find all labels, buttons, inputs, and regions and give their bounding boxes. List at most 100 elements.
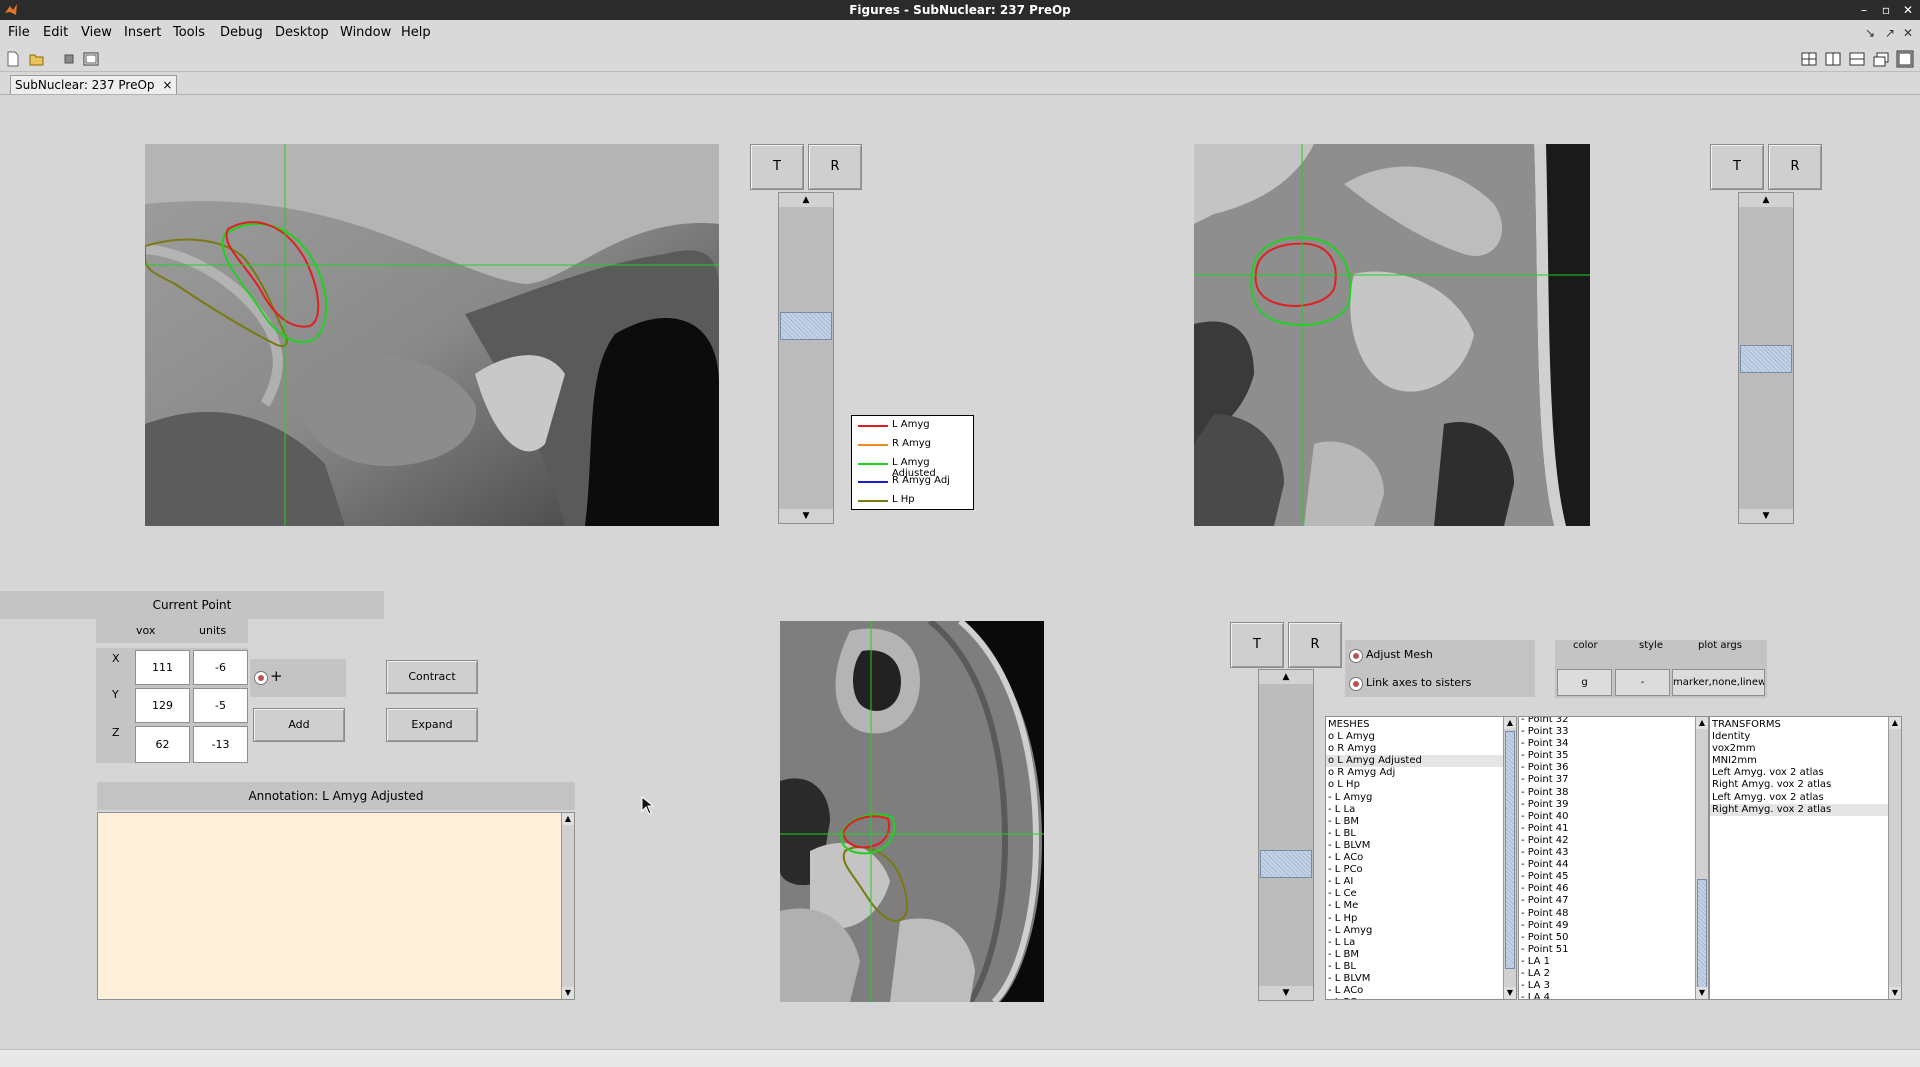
float-window-icon[interactable] [1872,50,1890,68]
annotation-scrollbar[interactable]: ▲ ▼ [561,813,574,999]
scroll-up-arrow-icon[interactable]: ▲ [1696,717,1708,729]
list-item[interactable]: - Point 47 [1519,895,1696,907]
meshes-scrollbar[interactable]: ▲ ▼ [1503,717,1516,999]
list-item[interactable]: - L Amyg [1326,792,1504,804]
slider-thumb[interactable] [780,312,832,340]
list-item[interactable]: - L BM [1326,816,1504,828]
menu-desktop[interactable]: Desktop [275,25,329,40]
slider-thumb[interactable] [1260,850,1312,878]
undock-icon[interactable]: ↘ [1862,25,1878,41]
points-listbox[interactable]: - Point 32- Point 33- Point 34- Point 35… [1518,716,1709,1000]
coronal-r-button[interactable]: R [1768,144,1822,190]
list-item[interactable]: - Point 42 [1519,835,1696,847]
menu-file[interactable]: File [8,25,30,40]
scroll-down-arrow-icon[interactable]: ▼ [562,987,574,999]
list-item[interactable]: - L La [1326,804,1504,816]
list-item[interactable]: TRANSFORMS [1710,719,1889,731]
list-item[interactable]: - L Amyg [1326,925,1504,937]
scroll-thumb[interactable] [1505,731,1515,969]
list-item[interactable]: vox2mm [1710,743,1889,755]
maximize-icon[interactable]: ▫ [1878,2,1894,18]
x-vox-field[interactable]: 111 [135,650,190,685]
axial-r-button[interactable]: R [1288,622,1342,668]
axial-image-axes[interactable] [780,621,1044,1002]
print-icon[interactable] [60,50,78,68]
list-item[interactable]: - L BLVM [1326,840,1504,852]
list-item[interactable]: - Point 48 [1519,908,1696,920]
list-item[interactable]: - Point 35 [1519,750,1696,762]
list-item[interactable]: Right Amyg. vox 2 atlas [1710,779,1889,791]
list-item[interactable]: - L PCo [1326,864,1504,876]
sagittal-r-button[interactable]: R [808,144,862,190]
list-item[interactable]: o L Amyg Adjusted [1326,755,1504,768]
tab-close-icon[interactable]: × [162,78,172,92]
list-item[interactable]: - L Hp [1326,913,1504,925]
menu-edit[interactable]: Edit [43,25,68,40]
list-item[interactable]: - LA 1 [1519,956,1696,968]
list-item[interactable]: - Point 51 [1519,944,1696,956]
list-item[interactable]: - Point 49 [1519,920,1696,932]
slider-down-arrow-icon[interactable]: ▼ [779,509,833,523]
figure-close-icon[interactable]: ✕ [1900,25,1916,41]
sagittal-image-axes[interactable] [145,144,719,526]
y-units-field[interactable]: -5 [193,688,248,723]
list-item[interactable]: - L ACo [1326,852,1504,864]
link-axes-radio[interactable] [1349,677,1363,691]
show-plot-tools-icon[interactable] [82,50,100,68]
list-item[interactable]: MESHES [1326,719,1504,731]
scroll-up-arrow-icon[interactable]: ▲ [562,813,574,825]
open-file-icon[interactable] [28,50,46,68]
marker-radio[interactable] [254,671,268,685]
menu-help[interactable]: Help [401,25,431,40]
tile-grid-icon[interactable] [1800,50,1818,68]
color-field[interactable]: g [1557,669,1612,696]
contract-button[interactable]: Contract [386,660,478,694]
list-item[interactable]: - Point 45 [1519,871,1696,883]
list-item[interactable]: - L BL [1326,961,1504,973]
z-vox-field[interactable]: 62 [135,726,190,763]
list-item[interactable]: MNI2mm [1710,755,1889,767]
list-item[interactable]: - Point 33 [1519,726,1696,738]
slider-down-arrow-icon[interactable]: ▼ [1259,986,1313,1000]
list-item[interactable]: Left Amyg. vox 2 atlas [1710,767,1889,779]
slider-thumb[interactable] [1740,345,1792,373]
style-field[interactable]: - [1615,669,1670,696]
scroll-down-arrow-icon[interactable]: ▼ [1889,987,1901,999]
list-item[interactable]: - Point 41 [1519,823,1696,835]
scroll-thumb[interactable] [1697,879,1707,989]
menu-debug[interactable]: Debug [220,25,263,40]
list-item[interactable]: - L Me [1326,900,1504,912]
slider-down-arrow-icon[interactable]: ▼ [1739,509,1793,523]
menu-window[interactable]: Window [340,25,391,40]
list-item[interactable]: Identity [1710,731,1889,743]
list-item[interactable]: o L Amyg [1326,731,1504,743]
list-item[interactable]: - LA 3 [1519,980,1696,992]
list-item[interactable]: - L AI [1326,876,1504,888]
axial-slice-slider[interactable]: ▲ ▼ [1258,669,1314,1001]
slider-up-arrow-icon[interactable]: ▲ [779,193,833,207]
menu-insert[interactable]: Insert [124,25,161,40]
list-item[interactable]: - L ACo [1326,985,1504,997]
minimize-icon[interactable]: – [1856,2,1872,18]
list-item[interactable]: - Point 34 [1519,738,1696,750]
add-button[interactable]: Add [253,708,345,742]
list-item[interactable]: Left Amyg. vox 2 atlas [1710,792,1889,804]
scroll-up-arrow-icon[interactable]: ▲ [1889,717,1901,729]
list-item[interactable]: o L Hp [1326,779,1504,791]
list-item[interactable]: - Point 32 [1519,717,1696,726]
tab-subnuclear[interactable]: SubNuclear: 237 PreOp × [10,75,178,94]
scroll-down-arrow-icon[interactable]: ▼ [1696,987,1708,999]
sagittal-slice-slider[interactable]: ▲ ▼ [778,192,834,524]
slider-up-arrow-icon[interactable]: ▲ [1739,193,1793,207]
list-item[interactable]: - LA 2 [1519,968,1696,980]
meshes-listbox[interactable]: MESHES o L Amyg o R Amyg o L Amyg Adjusted o… [1325,716,1517,1000]
menu-view[interactable]: View [81,25,112,40]
list-item[interactable]: o R Amyg Adj [1326,767,1504,779]
axial-t-button[interactable]: T [1230,622,1284,668]
scroll-down-arrow-icon[interactable]: ▼ [1504,987,1516,999]
transforms-listbox[interactable]: TRANSFORMS Identity vox2mm MNI2mm Left Amyg.… [1709,716,1902,1000]
list-item[interactable]: - L Ce [1326,888,1504,900]
list-item[interactable]: - Point 50 [1519,932,1696,944]
list-item[interactable]: - L BM [1326,949,1504,961]
menu-tools[interactable]: Tools [173,25,205,40]
